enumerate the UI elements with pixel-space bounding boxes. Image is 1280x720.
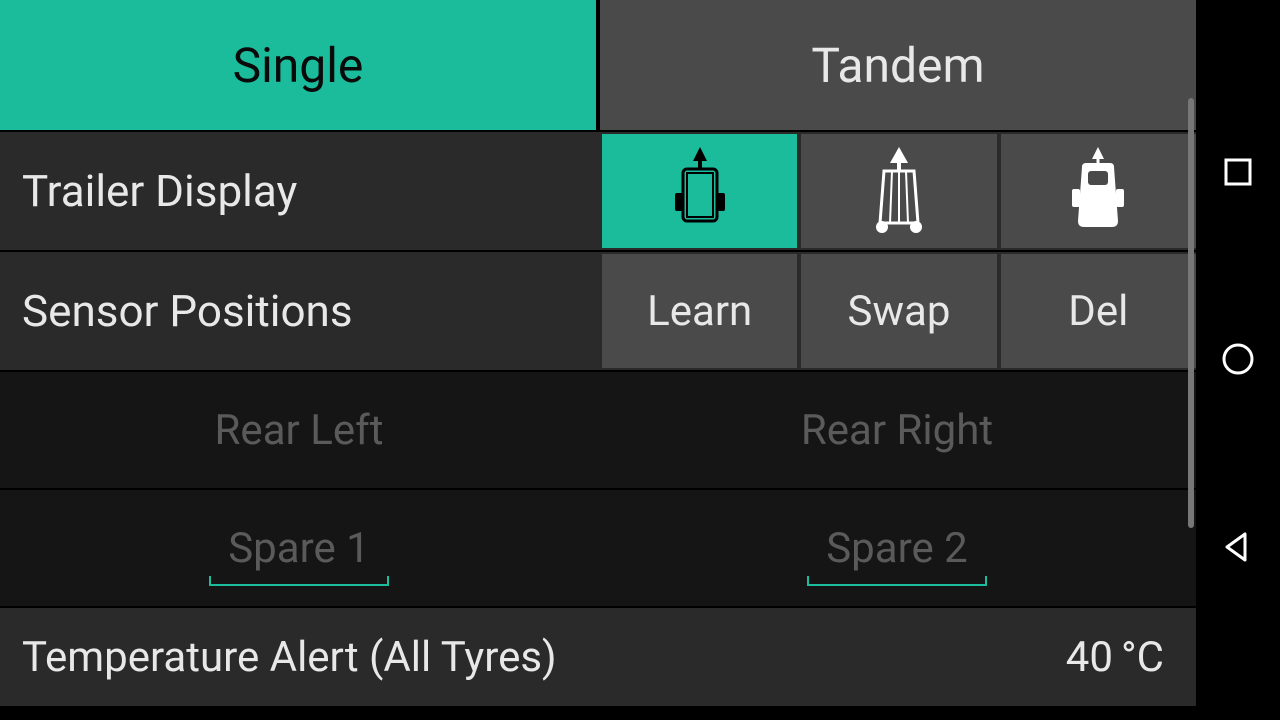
trailer-display-options (598, 132, 1196, 250)
square-icon (1222, 156, 1254, 188)
learn-button[interactable]: Learn (602, 254, 797, 368)
trailer-display-row: Trailer Display (0, 130, 1196, 250)
swap-button[interactable]: Swap (801, 254, 996, 368)
tab-single[interactable]: Single (0, 0, 596, 130)
trailer-type-open[interactable] (801, 134, 996, 248)
android-navbar (1196, 0, 1280, 720)
axle-tabs: Single Tandem (0, 0, 1196, 130)
temperature-alert-row[interactable]: Temperature Alert (All Tyres) 40 °C (0, 606, 1196, 706)
spare-positions-row: Spare 1 Spare 2 (0, 488, 1196, 606)
rear-right-cell[interactable]: Rear Right (598, 372, 1196, 488)
home-button[interactable] (1220, 341, 1256, 377)
caravan-icon (1058, 141, 1138, 241)
rear-left-cell[interactable]: Rear Left (0, 372, 598, 488)
spare1-label: Spare 1 (228, 524, 370, 573)
spare1-input[interactable]: Spare 1 (0, 490, 598, 606)
trailer-type-caravan[interactable] (1001, 134, 1196, 248)
temperature-value: 40 (1066, 633, 1121, 682)
sensor-positions-label: Sensor Positions (0, 252, 598, 370)
tab-tandem[interactable]: Tandem (600, 0, 1196, 130)
temperature-unit: °C (1121, 633, 1164, 682)
spare2-input[interactable]: Spare 2 (598, 490, 1196, 606)
open-trailer-icon (864, 141, 934, 241)
settings-screen: Single Tandem Trailer Display (0, 0, 1196, 720)
delete-button[interactable]: Del (1001, 254, 1196, 368)
spare2-label: Spare 2 (826, 524, 968, 573)
temperature-alert-label: Temperature Alert (All Tyres) (22, 633, 1066, 682)
trailer-display-label: Trailer Display (0, 132, 598, 250)
scrollbar[interactable] (1188, 98, 1194, 528)
circle-icon (1220, 341, 1256, 377)
sensor-positions-row: Sensor Positions Learn Swap Del (0, 250, 1196, 370)
trailer-type-cargo[interactable] (602, 134, 797, 248)
back-button[interactable] (1221, 530, 1255, 564)
cargo-trailer-icon (665, 141, 735, 241)
recents-button[interactable] (1222, 156, 1254, 188)
back-triangle-icon (1221, 530, 1255, 564)
rear-positions-row: Rear Left Rear Right (0, 370, 1196, 488)
sensor-positions-actions: Learn Swap Del (598, 252, 1196, 370)
